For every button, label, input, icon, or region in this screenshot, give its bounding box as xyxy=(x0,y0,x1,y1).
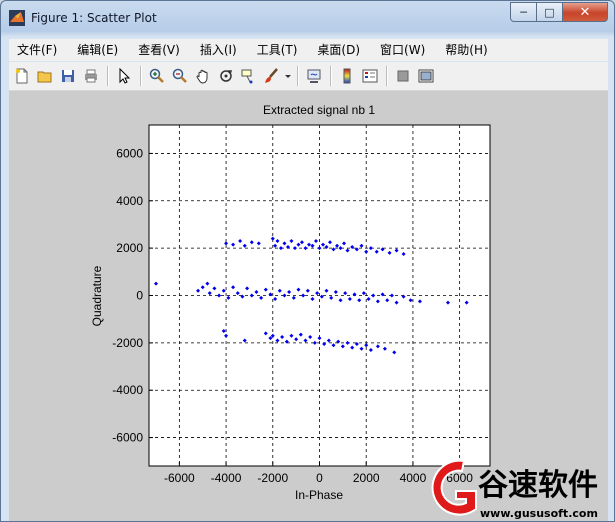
zoom-out-icon[interactable] xyxy=(169,65,191,87)
y-tick-label: -2000 xyxy=(112,336,143,350)
pan-hand-icon[interactable] xyxy=(192,65,214,87)
matlab-app-icon xyxy=(9,10,25,26)
y-tick-label: -4000 xyxy=(112,383,143,397)
close-button[interactable]: ✕ xyxy=(563,2,608,22)
menu-help[interactable]: 帮助(H) xyxy=(437,40,495,60)
menu-view[interactable]: 查看(V) xyxy=(130,40,188,60)
y-tick-label: -6000 xyxy=(112,431,143,445)
watermark-logo: 谷速软件 www.gususoft.com xyxy=(431,459,598,520)
pointer-icon[interactable] xyxy=(113,65,135,87)
brush-icon[interactable] xyxy=(261,65,283,87)
save-icon[interactable] xyxy=(57,65,79,87)
menu-bar: 文件(F) 编辑(E) 查看(V) 插入(I) 工具(T) 桌面(D) 窗口(W… xyxy=(9,39,608,61)
brush-dropdown-icon[interactable] xyxy=(284,65,292,87)
maximize-button[interactable]: □ xyxy=(537,2,563,22)
menu-desktop[interactable]: 桌面(D) xyxy=(309,40,368,60)
y-tick-label: 2000 xyxy=(116,241,143,255)
y-axis-label: Quadrature xyxy=(90,265,104,326)
colorbar-icon[interactable] xyxy=(336,65,358,87)
plot-title: Extracted signal nb 1 xyxy=(263,103,375,117)
menu-edit[interactable]: 编辑(E) xyxy=(69,40,126,60)
x-axis-label: In-Phase xyxy=(295,488,343,502)
print-icon[interactable] xyxy=(80,65,102,87)
open-folder-icon[interactable] xyxy=(34,65,56,87)
rotate-3d-icon[interactable] xyxy=(215,65,237,87)
x-tick-label: 2000 xyxy=(353,471,380,485)
link-plot-icon[interactable] xyxy=(303,65,325,87)
x-tick-label: -6000 xyxy=(164,471,195,485)
x-tick-label: -4000 xyxy=(211,471,242,485)
x-tick-label: 0 xyxy=(316,471,323,485)
minimize-button[interactable]: ─ xyxy=(510,2,537,22)
menu-file[interactable]: 文件(F) xyxy=(9,40,65,60)
menu-insert[interactable]: 插入(I) xyxy=(192,40,245,60)
watermark-brand: 谷速软件 xyxy=(478,468,598,503)
toolbar xyxy=(9,62,608,91)
menu-tools[interactable]: 工具(T) xyxy=(249,40,306,60)
y-tick-label: 6000 xyxy=(116,146,143,160)
figure-window: Figure 1: Scatter Plot ─ □ ✕ 文件(F) 编辑(E)… xyxy=(0,0,615,522)
watermark-url: www.gususoft.com xyxy=(480,507,598,520)
title-bar[interactable]: Figure 1: Scatter Plot ─ □ ✕ xyxy=(1,1,614,35)
window-title: Figure 1: Scatter Plot xyxy=(31,11,157,25)
y-tick-label: 0 xyxy=(136,289,143,303)
new-file-icon[interactable] xyxy=(11,65,33,87)
legend-icon[interactable] xyxy=(359,65,381,87)
zoom-in-icon[interactable] xyxy=(146,65,168,87)
data-cursor-icon[interactable] xyxy=(238,65,260,87)
x-tick-label: -2000 xyxy=(257,471,288,485)
menu-window[interactable]: 窗口(W) xyxy=(372,40,433,60)
hide-plot-tools-icon[interactable] xyxy=(392,65,414,87)
show-plot-tools-icon[interactable] xyxy=(415,65,437,87)
y-tick-label: 4000 xyxy=(116,194,143,208)
